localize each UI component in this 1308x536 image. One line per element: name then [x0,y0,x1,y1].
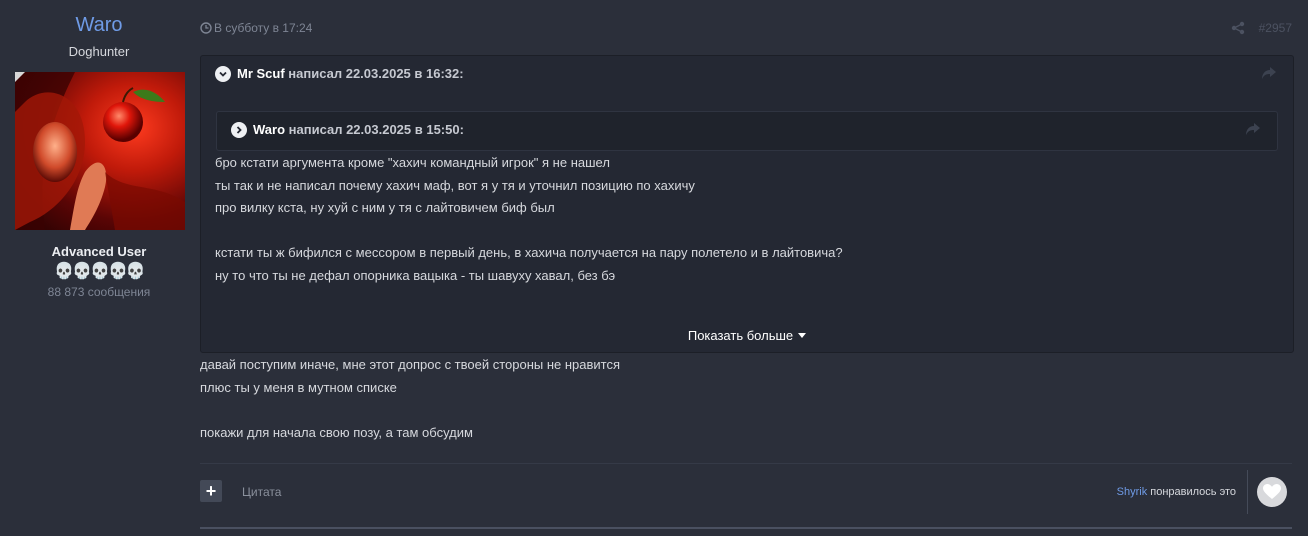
quote-line: про вилку кста, ну хуй с ним у тя с лайт… [215,200,555,215]
quote-line: кстати ты ж бифился с мессором в первый … [215,245,843,260]
author-avatar[interactable] [15,72,185,230]
expand-quote-icon[interactable] [231,122,247,138]
liker-link[interactable]: Shyrik [1117,486,1148,498]
post-line [200,399,620,422]
outer-quote-wrote-text: написал 22.03.2025 в 16:32: [288,66,464,81]
inner-quote-author[interactable]: Waro [253,122,285,137]
reaction-divider [1247,470,1248,514]
quote-line: бро кстати аргумента кроме "хахич команд… [215,155,610,170]
show-more-label: Показать больше [687,328,794,343]
author-rank-skull-icons: 💀💀💀💀💀 [54,263,146,280]
inner-quote-header[interactable]: Waro написал 22.03.2025 в 15:50: [231,122,464,138]
quote-button[interactable]: Цитата [242,485,281,499]
share-icon[interactable] [1231,21,1245,35]
avatar-image [15,72,185,230]
heart-icon [1263,484,1281,499]
outer-quote-author[interactable]: Mr Scuf [237,66,285,81]
go-to-inner-quoted-post-icon[interactable] [1245,122,1261,136]
clock-icon [200,22,212,34]
multiquote-button[interactable]: + [200,480,222,502]
outer-quote-text: бро кстати аргумента кроме "хахич команд… [215,152,843,287]
post-line: покажи для начала свою позу, а там обсуд… [200,424,473,440]
post-number-link[interactable]: #2957 [1259,21,1292,35]
quote-line: ну то что ты не дефал опорника вацыка - … [215,267,616,283]
post-line: плюс ты у меня в мутном списке [200,379,397,395]
post-timestamp: В субботу в 17:24 [214,21,313,35]
caret-down-icon [798,333,807,338]
likes-summary: Shyrik понравилось это [1117,486,1236,498]
go-to-quoted-post-icon[interactable] [1261,66,1277,80]
author-group: Advanced User [51,244,147,259]
outer-quote-header[interactable]: Mr Scuf написал 22.03.2025 в 16:32: [215,66,464,82]
post-timestamp-link[interactable]: В субботу в 17:24 [200,21,312,35]
show-more-button[interactable]: Показать больше [201,328,1293,343]
author-post-count: 88 873 сообщения [47,285,151,299]
author-username[interactable]: Waro [0,14,198,37]
post-line: давай поступим иначе, мне этот допрос с … [200,357,621,372]
post-body: давай поступим иначе, мне этот допрос с … [200,354,620,444]
footer-divider [200,463,1292,464]
inner-quote-block: Waro написал 22.03.2025 в 15:50: [216,111,1278,151]
outer-quote-block: Mr Scuf написал 22.03.2025 в 16:32: Waro… [200,55,1294,353]
quote-line: ты так и не написал почему хахич маф, во… [215,177,695,193]
post-bottom-border [200,527,1292,529]
quote-line [215,220,843,243]
collapse-quote-icon[interactable] [215,66,231,82]
likes-text: понравилось это [1150,486,1236,498]
author-custom-title: Doghunter [68,44,130,59]
post-tools: #2957 [1231,21,1292,35]
author-sidebar: Waro Doghunter Advanced User 💀💀💀💀💀 88 87… [0,0,200,536]
like-button[interactable] [1257,477,1287,507]
inner-quote-wrote-text: написал 22.03.2025 в 15:50: [288,122,464,137]
